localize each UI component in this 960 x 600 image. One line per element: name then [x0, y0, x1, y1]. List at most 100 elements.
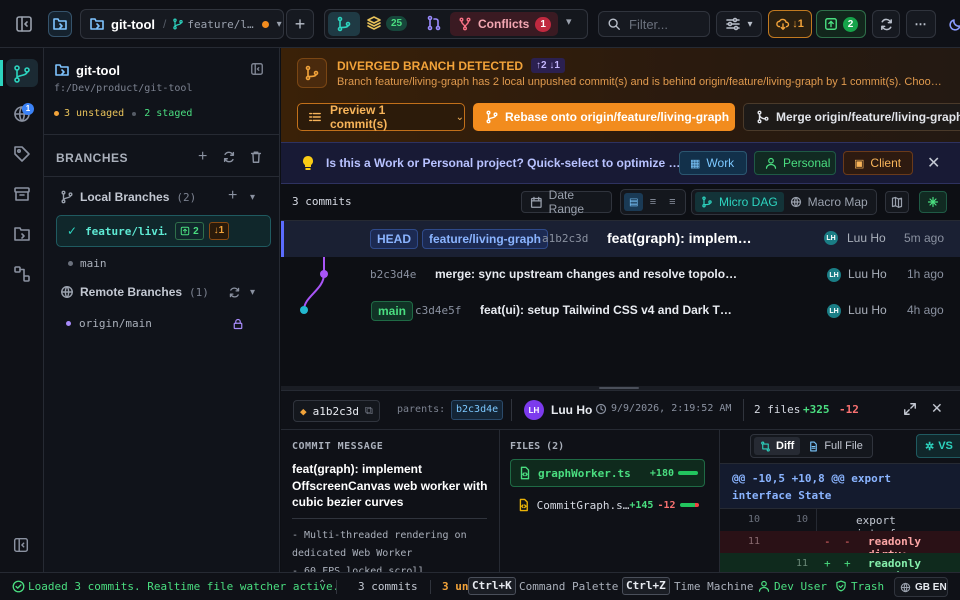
- branch-name: origin/main: [79, 317, 152, 330]
- filter-input[interactable]: Filter...: [598, 11, 710, 37]
- branch-item-main[interactable]: main: [68, 257, 107, 270]
- copy-icon[interactable]: ⧉: [365, 404, 373, 418]
- date-range-button[interactable]: Date Range: [521, 188, 612, 216]
- archive-icon[interactable]: [12, 184, 32, 204]
- chevron-down-icon: ▾: [747, 18, 753, 30]
- repo-switch-button[interactable]: [48, 11, 72, 37]
- sidebar-repo-name: git-tool: [76, 62, 121, 78]
- commit-hash-chip[interactable]: ◆ a1b2c3d ⧉: [293, 400, 380, 422]
- add-local-branch-icon[interactable]: +: [228, 188, 237, 204]
- remote-branches-toggle[interactable]: Remote Branches (1): [60, 285, 209, 299]
- branch-item-feature[interactable]: ✓ feature/livi… 2 ↓1: [56, 215, 271, 247]
- local-branches-header: Local Branches: [80, 190, 170, 204]
- building-icon: ▦: [690, 157, 701, 170]
- map-icon[interactable]: [885, 191, 909, 213]
- conflicts-button[interactable]: Conflicts 1: [450, 12, 558, 36]
- dense-density-icon[interactable]: ≡: [663, 196, 682, 208]
- more-options-button[interactable]: ⋯: [906, 10, 936, 38]
- command-palette-label[interactable]: Command Palette: [519, 580, 618, 593]
- repo-branch-selector[interactable]: git-tool / feature/l… ▾: [80, 9, 284, 39]
- tag-icon[interactable]: [12, 144, 32, 164]
- diverge-badge: ↑2 ↓1: [531, 58, 565, 73]
- commit-row[interactable]: HEAD feature/living-graph a1b2c3d feat(g…: [281, 221, 960, 257]
- theme-toggle-icon[interactable]: [948, 16, 960, 32]
- commit-author: Luu Ho: [847, 231, 886, 245]
- work-button[interactable]: ▦ Work: [679, 151, 747, 175]
- remote-branch-item[interactable]: origin/main: [66, 317, 244, 330]
- close-icon[interactable]: ✕: [927, 153, 940, 173]
- folder-git-icon[interactable]: [12, 224, 32, 244]
- commit-row[interactable]: b2c3d4e merge: sync upstream changes and…: [281, 257, 960, 293]
- dev-user-label[interactable]: Dev User: [774, 580, 827, 593]
- refresh-button[interactable]: [872, 10, 900, 38]
- locale-button[interactable]: GB EN: [894, 577, 948, 597]
- file-item[interactable]: graphWorker.ts +180: [510, 459, 705, 487]
- push-button[interactable]: 2: [816, 10, 866, 38]
- compact-density-icon[interactable]: ≡: [643, 196, 662, 208]
- pull-button[interactable]: ↓1: [768, 10, 812, 38]
- collapse-sidebar-icon[interactable]: [250, 62, 264, 76]
- preview-commits-button[interactable]: Preview 1 commit(s) ⌄: [297, 103, 465, 131]
- change-bar: [678, 471, 698, 475]
- time-machine-label[interactable]: Time Machine: [674, 580, 753, 593]
- chevron-up-icon[interactable]: ⌃: [318, 579, 326, 590]
- parent-hash-link[interactable]: b2c3d4e: [451, 400, 504, 420]
- graph-view-button[interactable]: [328, 12, 360, 36]
- network-icon[interactable]: [12, 264, 32, 284]
- close-icon[interactable]: ✕: [931, 400, 943, 417]
- trash-label[interactable]: Trash: [851, 580, 884, 593]
- changes-button[interactable]: 25: [366, 15, 408, 31]
- expand-icon[interactable]: [903, 402, 917, 416]
- vs-tab[interactable]: ✲ VS: [916, 434, 960, 458]
- merge-button[interactable]: Merge origin/feature/living-graph: [743, 103, 960, 131]
- pull-request-icon[interactable]: [426, 15, 442, 31]
- ahead-badge: 2: [175, 222, 204, 240]
- commit-row[interactable]: main c3d4e5f feat(ui): setup Tailwind CS…: [281, 293, 960, 329]
- full-file-tab[interactable]: Full File: [808, 440, 869, 452]
- lock-icon: [232, 318, 244, 330]
- status-unstaged[interactable]: 3 un: [442, 580, 469, 593]
- source-control-icon[interactable]: [12, 64, 32, 84]
- list-icon: [309, 112, 321, 122]
- refresh-icon[interactable]: [222, 150, 236, 164]
- preview-label: Preview 1 commit(s): [329, 103, 388, 131]
- unstaged-count[interactable]: 3 unstaged: [64, 108, 124, 119]
- file-item[interactable]: CommitGraph.s… +145 -12: [510, 491, 705, 519]
- add-branch-icon[interactable]: +: [198, 149, 207, 165]
- globe-icon: [790, 196, 801, 208]
- chevron-down-icon[interactable]: ▾: [250, 287, 255, 298]
- refresh-icon[interactable]: [228, 286, 241, 299]
- upload-icon: [824, 18, 837, 30]
- ref-tag-branch: feature/living-graph: [422, 229, 549, 249]
- filter-options-button[interactable]: ▾: [716, 11, 762, 37]
- personal-button[interactable]: Personal: [754, 151, 836, 175]
- staged-count[interactable]: 2 staged: [144, 108, 192, 119]
- rebase-button[interactable]: Rebase onto origin/feature/living-graph: [473, 103, 735, 131]
- local-branches-toggle[interactable]: Local Branches (2): [60, 190, 196, 204]
- avatar: LH: [827, 268, 841, 282]
- collapse-panel-icon[interactable]: [12, 536, 32, 556]
- trash-icon[interactable]: [249, 150, 263, 164]
- branch-name: feature/l…: [187, 17, 254, 31]
- comfortable-density-icon[interactable]: ▤: [624, 193, 644, 211]
- commit-body: - Multi-threaded rendering on dedicated …: [292, 530, 467, 573]
- add-tab-button[interactable]: +: [286, 9, 314, 39]
- check-icon: ✓: [67, 224, 78, 238]
- client-button[interactable]: ▣ Client: [843, 151, 913, 175]
- sparkle-icon[interactable]: [919, 191, 947, 213]
- chevron-down-icon[interactable]: ▾: [566, 15, 572, 28]
- shield-check-icon: [835, 580, 847, 592]
- macro-map-button[interactable]: Macro Map: [790, 195, 868, 209]
- diff-icon: [761, 440, 770, 452]
- sidebar-toggle-icon[interactable]: [14, 14, 34, 34]
- diff-line-deleted: 11 - - readonly dirty:: [720, 531, 960, 561]
- file-name: CommitGraph.s…: [536, 498, 630, 512]
- local-branches-count: (2): [176, 190, 197, 204]
- diff-line-added: 11 + + readonly working: [720, 553, 960, 573]
- chevron-down-icon[interactable]: ▾: [250, 192, 255, 203]
- diff-tab[interactable]: Diff: [754, 437, 801, 455]
- banner-message: Branch feature/living-graph has 2 local …: [337, 76, 942, 88]
- micro-dag-button[interactable]: Micro DAG: [695, 192, 784, 212]
- conflicts-label: Conflicts: [478, 17, 530, 31]
- sparkle-icon: ✲: [925, 440, 935, 453]
